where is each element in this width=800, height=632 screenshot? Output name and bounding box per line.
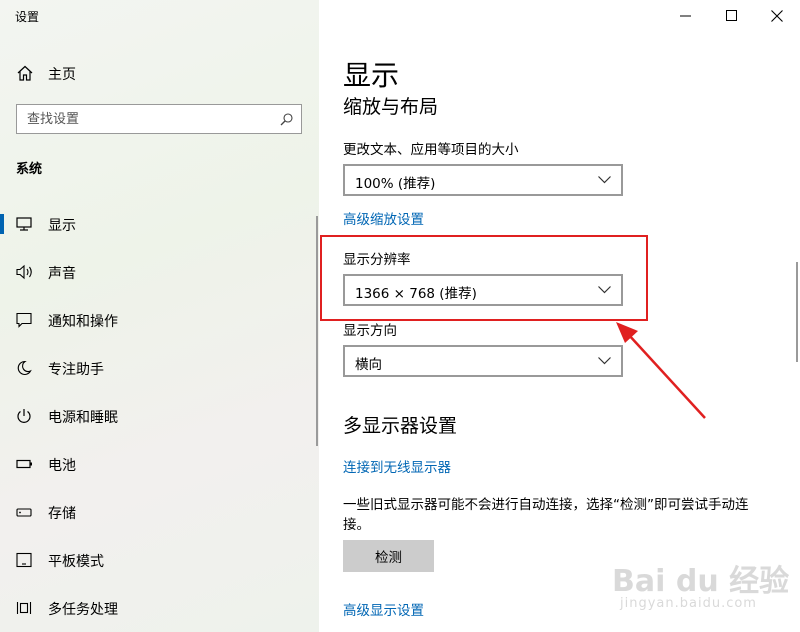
sidebar-item-battery[interactable]: 电池 — [0, 444, 319, 484]
advanced-display-link[interactable]: 高级显示设置 — [343, 599, 424, 619]
sidebar-item-label: 存储 — [48, 506, 76, 522]
orientation-value: 横向 — [355, 357, 382, 373]
sidebar-item-sound[interactable]: 声音 — [0, 252, 319, 292]
sidebar-item-label: 多任务处理 — [48, 602, 118, 618]
search-icon[interactable] — [280, 113, 293, 126]
baidu-jingyan-watermark: Bai du 经验 jingyan.baidu.com — [612, 556, 792, 626]
sidebar-item-label: 电源和睡眠 — [48, 410, 118, 426]
sidebar-item-label: 通知和操作 — [48, 314, 118, 330]
sidebar-item-notifications[interactable]: 通知和操作 — [0, 300, 319, 340]
orientation-dropdown[interactable]: 横向 — [343, 345, 623, 377]
content-scrollbar[interactable] — [796, 262, 798, 362]
sidebar-item-label: 专注助手 — [48, 362, 104, 378]
sidebar-item-multitasking[interactable]: 多任务处理 — [0, 588, 319, 628]
tablet-icon — [16, 552, 32, 568]
minimize-icon — [680, 15, 691, 17]
multi-display-heading: 多显示器设置 — [343, 415, 458, 437]
sidebar-item-power-sleep[interactable]: 电源和睡眠 — [0, 396, 319, 436]
chevron-down-icon — [598, 176, 611, 184]
multi-display-description: 一些旧式显示器可能不会进行自动连接，选择“检测”即可尝试手动连接。 — [343, 497, 749, 533]
sidebar-item-home[interactable]: 主页 — [0, 60, 319, 88]
power-icon — [17, 409, 31, 423]
search-box[interactable] — [16, 104, 302, 134]
multitasking-icon — [16, 602, 32, 614]
scale-layout-heading: 缩放与布局 — [343, 96, 439, 118]
minimize-button[interactable] — [662, 0, 708, 32]
storage-icon — [16, 508, 32, 517]
scale-dropdown[interactable]: 100% (推荐) — [343, 164, 623, 196]
detect-button[interactable]: 检测 — [343, 540, 434, 572]
sidebar-item-storage[interactable]: 存储 — [0, 492, 319, 532]
monitor-icon — [16, 217, 32, 231]
notification-icon — [16, 312, 32, 328]
sidebar-item-label: 主页 — [48, 67, 76, 83]
close-icon — [771, 10, 783, 22]
section-title: 系统 — [16, 162, 43, 177]
sidebar: 设置 主页 系统 显示 声音 通知和操作 — [0, 0, 319, 632]
chevron-down-icon — [598, 357, 611, 365]
moon-icon — [17, 360, 32, 375]
home-icon — [17, 65, 33, 81]
page-title: 显示 — [343, 59, 400, 92]
scale-value: 100% (推荐) — [355, 176, 436, 192]
search-input[interactable] — [27, 110, 267, 128]
battery-icon — [16, 459, 32, 469]
sidebar-item-label: 平板模式 — [48, 554, 104, 570]
sidebar-item-tablet-mode[interactable]: 平板模式 — [0, 540, 319, 580]
sidebar-item-display[interactable]: 显示 — [0, 204, 319, 244]
sidebar-item-label: 显示 — [48, 218, 76, 234]
sidebar-item-label: 电池 — [48, 458, 76, 474]
scale-label: 更改文本、应用等项目的大小 — [343, 142, 519, 158]
watermark-logo: Bai du 经验 — [612, 564, 790, 599]
wireless-display-link[interactable]: 连接到无线显示器 — [343, 456, 451, 476]
annotation-highlight-box — [320, 235, 648, 321]
speaker-icon — [16, 264, 32, 280]
maximize-button[interactable] — [708, 0, 754, 32]
active-indicator — [0, 214, 4, 234]
app-title: 设置 — [15, 10, 40, 24]
sidebar-item-label: 声音 — [48, 266, 76, 282]
sidebar-scrollbar[interactable] — [316, 216, 318, 446]
close-button[interactable] — [754, 0, 800, 32]
sidebar-item-focus-assist[interactable]: 专注助手 — [0, 348, 319, 388]
maximize-icon — [726, 10, 737, 21]
orientation-label: 显示方向 — [343, 323, 397, 339]
advanced-scaling-link[interactable]: 高级缩放设置 — [343, 208, 424, 228]
watermark-url: jingyan.baidu.com — [620, 596, 757, 611]
